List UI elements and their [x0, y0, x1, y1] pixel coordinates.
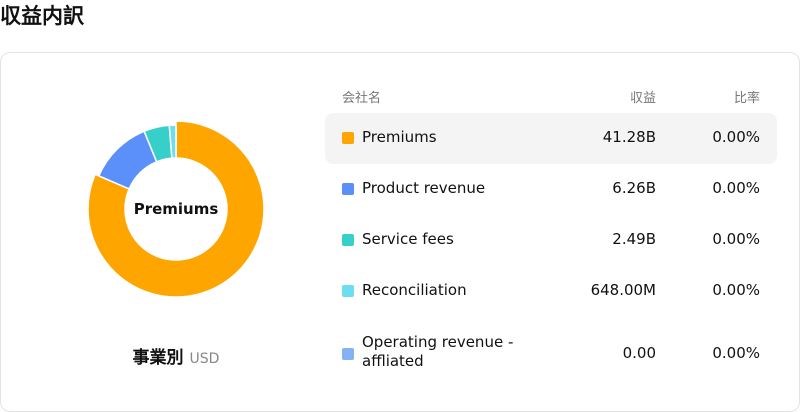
row-name: Reconciliation: [362, 281, 467, 299]
row-ratio: 0.00%: [712, 344, 760, 362]
row-ratio: 0.00%: [712, 281, 760, 299]
legend-swatch: [342, 183, 354, 195]
table-row[interactable]: Reconciliation 648.00M 0.00%: [325, 266, 777, 317]
table-row[interactable]: Product revenue 6.26B 0.00%: [325, 164, 777, 215]
row-ratio: 0.00%: [712, 179, 760, 197]
legend-swatch: [342, 285, 354, 297]
revenue-table: Premiums 41.28B 0.00% Product revenue 6.…: [325, 113, 777, 391]
page-title: 収益内訳: [0, 4, 84, 28]
header-company: 会社名: [342, 91, 382, 106]
currency-label: USD: [189, 351, 220, 367]
row-revenue: 6.26B: [612, 179, 656, 197]
revenue-breakdown-card: Premiums 事業別 USD 会社名 収益 比率 Premiums 41.28…: [0, 52, 800, 412]
legend-swatch: [342, 348, 354, 360]
table-row[interactable]: Service fees 2.49B 0.00%: [325, 215, 777, 266]
row-revenue: 41.28B: [602, 128, 656, 146]
row-ratio: 0.00%: [712, 128, 760, 146]
header-revenue: 収益: [629, 91, 656, 106]
table-row[interactable]: Operating revenue - affliated 0.00 0.00%: [325, 317, 777, 391]
row-name: Premiums: [362, 128, 437, 146]
legend-swatch: [342, 234, 354, 246]
breakdown-mode-label: 事業別: [132, 348, 184, 368]
legend-swatch: [342, 132, 354, 144]
row-name: Operating revenue - affliated: [362, 333, 514, 370]
table-row[interactable]: Premiums 41.28B 0.00%: [325, 113, 777, 164]
donut-center-label: Premiums: [133, 200, 219, 218]
table-header: 会社名 収益 比率: [325, 87, 777, 107]
row-name: Product revenue: [362, 179, 486, 197]
breakdown-selector[interactable]: 事業別 USD: [1, 343, 351, 368]
row-name: Service fees: [362, 230, 454, 248]
row-revenue: 648.00M: [590, 281, 656, 299]
header-ratio: 比率: [733, 91, 760, 106]
row-revenue: 2.49B: [612, 230, 656, 248]
row-revenue: 0.00: [622, 344, 656, 362]
donut-chart: Premiums: [87, 120, 265, 298]
row-ratio: 0.00%: [712, 230, 760, 248]
